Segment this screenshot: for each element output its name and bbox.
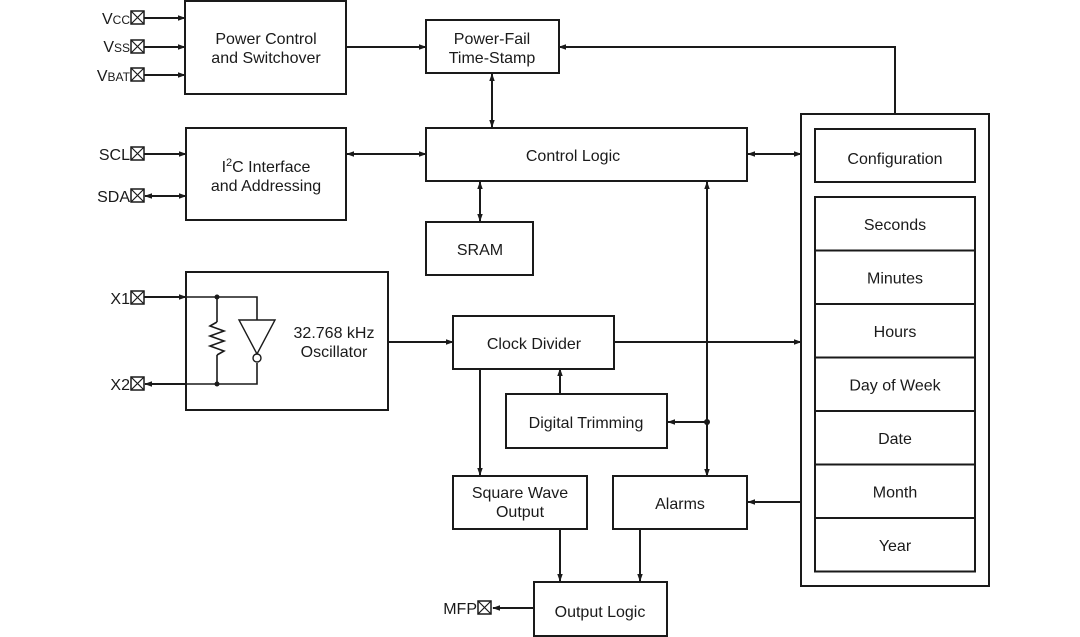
boxed-x-pin-icon (130, 146, 145, 161)
month-label: Month (873, 484, 917, 501)
register-date: Date (814, 410, 976, 466)
pin-vcc-label: VCC (102, 11, 130, 28)
configuration-label: Configuration (847, 151, 942, 168)
block-square-wave-output: Square Wave Output (452, 475, 588, 530)
power-control-line1: Power Control (215, 31, 316, 48)
control-logic-label: Control Logic (526, 148, 620, 165)
hours-label: Hours (874, 324, 917, 341)
pin-scl-label: SCL (99, 147, 130, 164)
boxed-x-pin-icon (130, 67, 145, 82)
boxed-x-pin-icon (130, 290, 145, 305)
junction-dot (214, 381, 220, 387)
junction-dot (214, 294, 220, 300)
timekeeping-registers: Seconds Minutes Hours Day of Week Date Month Y… (814, 196, 976, 573)
wire-registers-to-powerfail (558, 44, 896, 114)
boxed-x-pin-icon (130, 10, 145, 25)
pin-vbat: VBAT (97, 67, 145, 85)
boxed-x-pin-icon (477, 600, 492, 615)
i2c-line2: and Addressing (211, 178, 321, 195)
alarms-label: Alarms (655, 496, 705, 513)
output-logic-label: Output Logic (555, 604, 646, 621)
pin-vbat-label: VBAT (97, 68, 131, 85)
date-label: Date (878, 431, 912, 448)
pin-mfp: MFP (443, 600, 492, 618)
oscillator-line1: 32.768 kHz (294, 325, 375, 342)
digital-trimming-label: Digital Trimming (529, 415, 644, 432)
block-i2c-interface: I2C Interface and Addressing (185, 127, 347, 221)
minutes-label: Minutes (867, 270, 923, 287)
pin-x2: X2 (110, 376, 145, 394)
register-seconds: Seconds (814, 196, 976, 252)
pin-x1: X1 (110, 290, 145, 308)
power-control-line2: and Switchover (211, 50, 321, 67)
boxed-x-pin-icon (130, 188, 145, 203)
pin-x2-label: X2 (110, 377, 130, 394)
boxed-x-pin-icon (130, 376, 145, 391)
register-year: Year (814, 517, 976, 573)
boxed-x-pin-icon (130, 39, 145, 54)
register-minutes: Minutes (814, 249, 976, 305)
pin-sda-label: SDA (97, 189, 130, 206)
day-of-week-label: Day of Week (849, 377, 941, 394)
power-fail-line2: Time-Stamp (449, 50, 536, 67)
register-month: Month (814, 463, 976, 519)
register-configuration: Configuration (814, 128, 976, 183)
pin-vss-label: VSS (103, 39, 130, 56)
clock-divider-label: Clock Divider (487, 336, 582, 353)
block-clock-divider: Clock Divider (452, 315, 615, 370)
power-fail-line1: Power-Fail (454, 31, 530, 48)
block-power-fail-timestamp: Power-Fail Time-Stamp (425, 19, 560, 74)
square-wave-line2: Output (496, 504, 545, 521)
block-output-logic: Output Logic (533, 581, 668, 637)
oscillator-line2: Oscillator (301, 344, 368, 361)
pin-mfp-label: MFP (443, 601, 477, 618)
register-day-of-week: Day of Week (814, 356, 976, 412)
year-label: Year (879, 538, 912, 555)
sram-label: SRAM (457, 242, 503, 259)
seconds-label: Seconds (864, 217, 926, 234)
block-power-control: Power Control and Switchover (184, 0, 347, 95)
block-oscillator: 32.768 kHz Oscillator (185, 271, 389, 411)
pin-sda: SDA (97, 188, 145, 206)
junction-dot (704, 419, 710, 425)
rtcc-block-diagram: VCC VSS VBAT SCL SDA X1 X2 MFP Power Con… (97, 0, 990, 637)
register-hours: Hours (814, 303, 976, 359)
square-wave-line1: Square Wave (472, 485, 568, 502)
block-sram: SRAM (425, 221, 534, 276)
pin-vcc: VCC (102, 10, 145, 28)
block-control-logic: Control Logic (425, 127, 748, 182)
block-digital-trimming: Digital Trimming (505, 393, 668, 449)
pin-scl: SCL (99, 146, 145, 164)
pin-vss: VSS (103, 39, 145, 56)
block-alarms: Alarms (612, 475, 748, 530)
i2c-line1: I2C Interface (222, 157, 311, 176)
register-file: Configuration Seconds Minutes Hours Day of … (800, 113, 990, 587)
pin-x1-label: X1 (110, 291, 130, 308)
